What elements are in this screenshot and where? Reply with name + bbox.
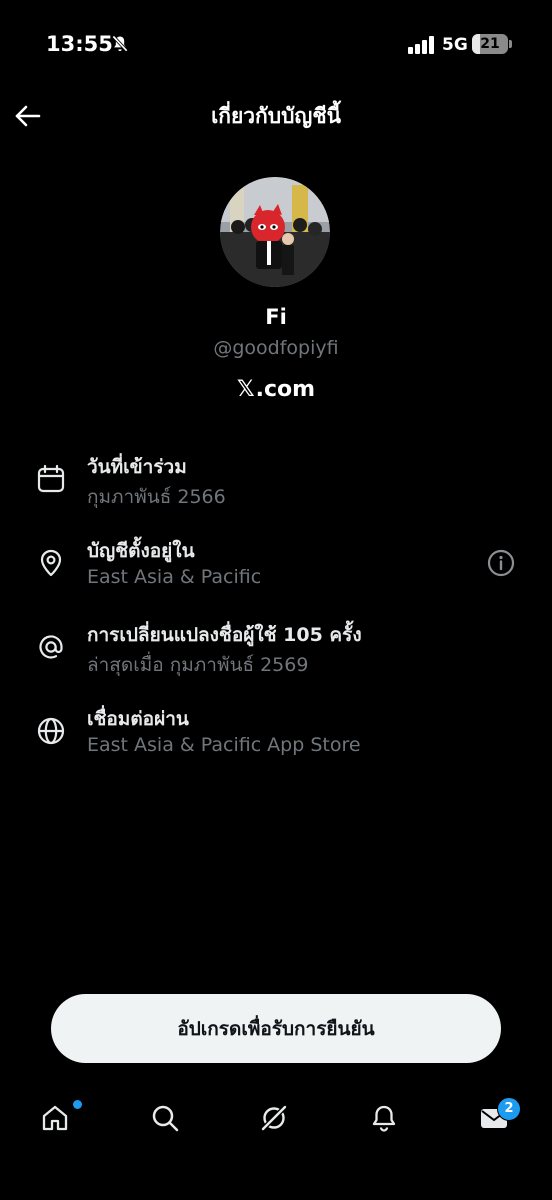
battery-percent: 21 — [480, 36, 500, 52]
at-sign-icon — [36, 632, 66, 662]
status-time: 13:55 — [46, 32, 113, 56]
grok-icon — [260, 1104, 288, 1132]
tab-notifications[interactable] — [355, 1085, 415, 1151]
bottom-tab-bar: 2 — [0, 1085, 552, 1155]
tab-home[interactable] — [26, 1085, 86, 1151]
joined-date-title: วันที่เข้าร่วม — [87, 456, 187, 478]
username-changes-value: ล่าสุดเมื่อ กุมภาพันธ์ 2569 — [87, 654, 309, 676]
battery-indicator: 21 — [472, 34, 508, 54]
tab-grok[interactable] — [245, 1085, 305, 1151]
search-icon — [152, 1105, 179, 1132]
battery-cap — [509, 40, 512, 48]
connected-via-row: เชื่อมต่อผ่าน East Asia & Pacific App St… — [0, 704, 552, 774]
connected-via-title: เชื่อมต่อผ่าน — [87, 708, 189, 730]
profile-handle: @goodfopiyfi — [213, 337, 339, 359]
calendar-icon — [36, 464, 66, 494]
bell-icon — [372, 1105, 396, 1132]
account-location-value: East Asia & Pacific — [87, 566, 262, 588]
info-circle-icon[interactable] — [486, 548, 516, 578]
home-unread-dot — [73, 1100, 82, 1109]
joined-date-value: กุมภาพันธ์ 2566 — [87, 486, 226, 508]
site-label: 𝕏.com — [0, 377, 552, 402]
profile-avatar[interactable] — [220, 177, 330, 287]
cellular-signal-icon — [408, 36, 436, 58]
home-icon — [42, 1105, 68, 1131]
tab-messages[interactable]: 2 — [465, 1085, 525, 1151]
status-bar: 13:55 5G 21 — [0, 0, 552, 90]
messages-badge: 2 — [497, 1097, 521, 1121]
joined-date-row: วันที่เข้าร่วม กุมภาพันธ์ 2566 — [0, 452, 552, 522]
globe-icon — [36, 716, 66, 746]
upgrade-verification-button[interactable]: อัปเกรดเพื่อรับการยืนยัน — [51, 994, 501, 1063]
account-location-row: บัญชีตั้งอยู่ใน East Asia & Pacific — [0, 536, 552, 606]
bell-slash-icon — [110, 34, 130, 58]
network-label: 5G — [442, 35, 468, 55]
site-label-text: .com — [255, 377, 316, 402]
connected-via-value: East Asia & Pacific App Store — [87, 734, 361, 756]
account-location-title: บัญชีตั้งอยู่ใน — [87, 540, 195, 562]
tab-search[interactable] — [136, 1085, 196, 1151]
profile-name: Fi — [265, 305, 287, 329]
x-logo: 𝕏 — [236, 377, 255, 402]
location-pin-icon — [36, 548, 66, 578]
page-title: เกี่ยวกับบัญชีนี้ — [211, 104, 341, 128]
username-changes-title: การเปลี่ยนแปลงชื่อผู้ใช้ 105 ครั้ง — [87, 624, 362, 646]
username-changes-row: การเปลี่ยนแปลงชื่อผู้ใช้ 105 ครั้ง ล่าสุ… — [0, 620, 552, 690]
